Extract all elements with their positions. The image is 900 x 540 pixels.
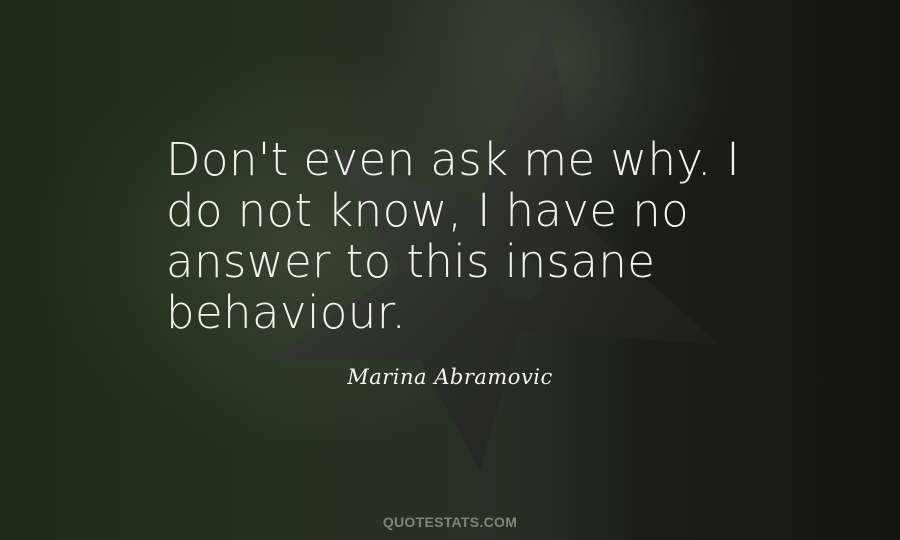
quote-card: Don't even ask me why. I do not know, I … xyxy=(0,0,900,540)
quote-author: Marina Abramovic xyxy=(347,365,553,389)
quote-line: behaviour. xyxy=(166,286,407,339)
quote-text: Don't even ask me why. I do not know, I … xyxy=(166,134,766,338)
quote-line: Don't even ask me why. I xyxy=(166,133,741,186)
quote-line: answer to this insane xyxy=(166,235,656,288)
site-watermark: QUOTESTATS.COM xyxy=(382,514,518,530)
quote-line: do not know, I have no xyxy=(166,184,690,237)
